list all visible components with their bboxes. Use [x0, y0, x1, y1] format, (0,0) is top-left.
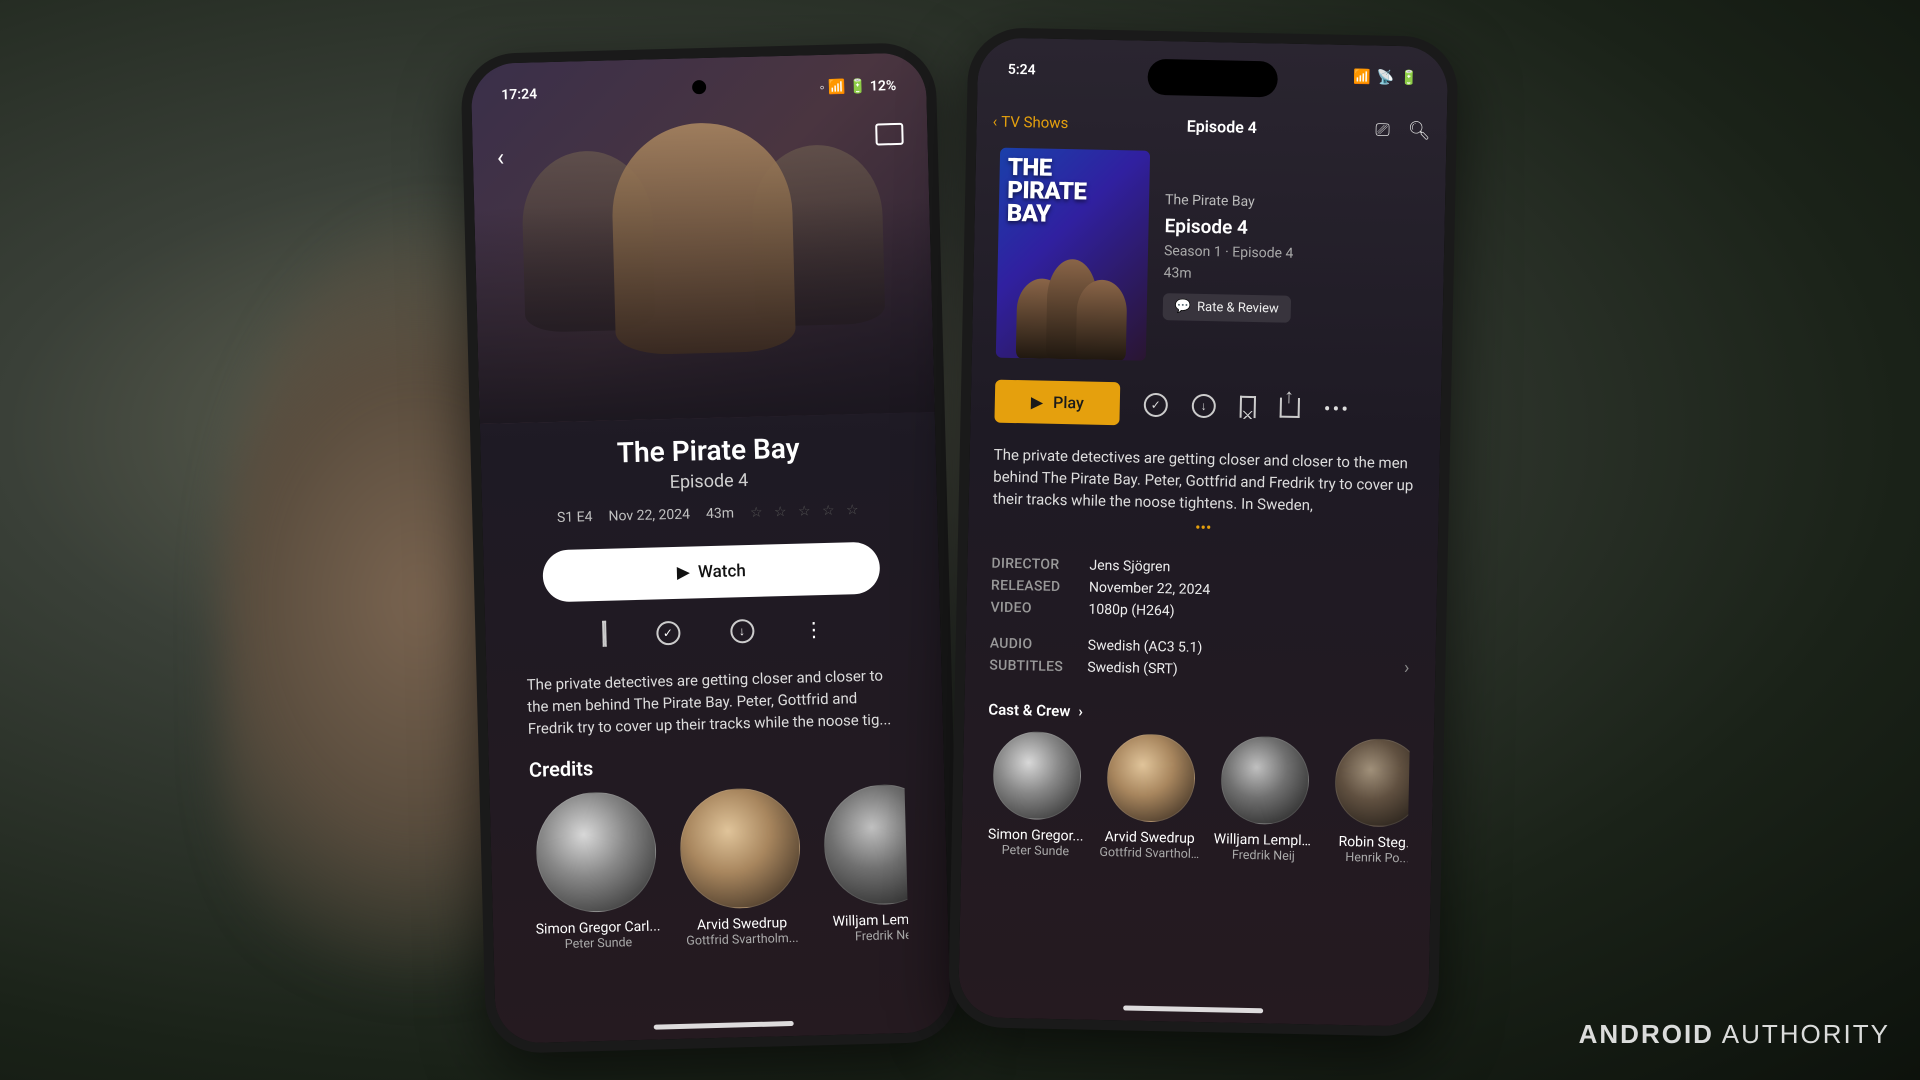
- watermark: ANDROID AUTHORITY: [1579, 1019, 1890, 1050]
- chevron-left-icon: ‹: [992, 113, 997, 131]
- duration: 43m: [1163, 265, 1419, 286]
- cast-card[interactable]: Arvid Swedrup Gottfrid Svartholm...: [673, 787, 807, 949]
- avatar: [678, 787, 801, 910]
- back-button[interactable]: ‹: [496, 143, 504, 171]
- cast-card[interactable]: Willjam Lempling Fredrik Neij: [1213, 736, 1316, 865]
- cast-crew-label: Cast & Crew: [988, 701, 1070, 721]
- right-phone: 5:24 📶 📡 🔋 ‹ TV Shows Episode 4 ⎚ 🔍︎ THE…: [947, 27, 1458, 1037]
- bookmark-icon[interactable]: [601, 623, 606, 647]
- poster-image[interactable]: THEPIRATEBAY: [995, 148, 1149, 361]
- cast-role: Henrik Po...: [1327, 850, 1410, 867]
- watched-icon[interactable]: ✓: [1143, 392, 1167, 416]
- status-indicators: ◦ 📶 🔋 12%: [819, 76, 896, 95]
- more-icon[interactable]: •••: [1323, 396, 1350, 421]
- cast-card[interactable]: Arvid Swedrup Gottfrid Svartholm Warg: [1099, 733, 1202, 862]
- bookmark-icon[interactable]: [1239, 395, 1255, 417]
- cast-card[interactable]: Robin Steg... Henrik Po...: [1327, 738, 1410, 867]
- details-grid: DIRECTORJens Sjögren RELEASEDNovember 22…: [989, 553, 1414, 686]
- cast-icon[interactable]: [875, 123, 904, 146]
- home-indicator[interactable]: [653, 1021, 793, 1030]
- episode-description: The private detectives are getting close…: [992, 445, 1415, 519]
- cast-row[interactable]: Simon Gregor... Peter Sunde Arvid Swedru…: [985, 731, 1410, 867]
- play-icon: ▶: [676, 563, 690, 583]
- avatar: [1106, 733, 1196, 823]
- search-icon[interactable]: 🔍︎: [1407, 120, 1430, 141]
- share-icon[interactable]: [1279, 397, 1299, 417]
- avatar: [822, 784, 908, 906]
- watch-button[interactable]: ▶ Watch: [541, 542, 880, 603]
- cast-role: Fredrik Neij: [1213, 848, 1313, 865]
- nav-title: Episode 4: [1068, 114, 1375, 139]
- show-title: The Pirate Bay: [520, 429, 896, 472]
- avatar: [534, 791, 657, 914]
- home-indicator[interactable]: [1123, 1005, 1263, 1013]
- cast-crew-header[interactable]: Cast & Crew ›: [988, 701, 1410, 728]
- download-icon[interactable]: ↓: [1191, 393, 1215, 417]
- details-expand-chevron[interactable]: ›: [1403, 657, 1409, 678]
- download-icon[interactable]: ↓: [729, 619, 754, 644]
- status-time: 17:24: [501, 86, 537, 103]
- status-indicators: 📶 📡 🔋: [1353, 69, 1418, 86]
- signal-icon: 📶: [1353, 69, 1371, 85]
- avatar: [1220, 736, 1310, 826]
- episode-description: The private detectives are getting close…: [526, 665, 903, 740]
- chevron-right-icon: ›: [1078, 703, 1083, 721]
- poster-title-text: THEPIRATEBAY: [1006, 156, 1086, 226]
- show-name: The Pirate Bay: [1164, 192, 1420, 213]
- rate-label: Rate & Review: [1196, 300, 1278, 317]
- back-label: TV Shows: [1001, 113, 1068, 132]
- cast-role: Peter Sunde: [533, 935, 663, 953]
- cast-role: Peter Sunde: [985, 843, 1085, 860]
- cast-card[interactable]: Willjam Lempling Fredrik Neij: [817, 784, 908, 945]
- watched-icon[interactable]: ✓: [655, 621, 680, 646]
- episode-name: Episode 4: [1164, 214, 1420, 242]
- comment-icon: 💬: [1174, 299, 1190, 314]
- episode-title: Episode 4: [521, 466, 896, 497]
- cast-icon[interactable]: ⎚: [1375, 119, 1390, 140]
- watch-label: Watch: [697, 561, 745, 582]
- rate-review-button[interactable]: 💬 Rate & Review: [1162, 293, 1290, 323]
- battery-icon: 🔋: [1400, 70, 1418, 86]
- cast-row[interactable]: Simon Gregor Carl... Peter Sunde Arvid S…: [529, 784, 908, 953]
- season-episode: S1 E4: [556, 509, 592, 526]
- cast-role: Gottfrid Svartholm Warg: [1099, 845, 1199, 862]
- wifi-icon: 📡: [1376, 70, 1394, 86]
- left-phone: 17:24 ◦ 📶 🔋 12% ‹ The Pirate Bay Episode…: [460, 42, 961, 1054]
- avatar: [992, 731, 1082, 821]
- duration: 43m: [705, 505, 733, 522]
- play-label: Play: [1052, 393, 1083, 413]
- cast-role: Gottfrid Svartholm...: [677, 931, 807, 949]
- cast-role: Fredrik Neij: [821, 927, 908, 945]
- air-date: Nov 22, 2024: [608, 507, 690, 525]
- credits-header: Credits: [528, 748, 903, 782]
- episode-meta: Season 1 · Episode 4: [1163, 243, 1419, 264]
- cast-card[interactable]: Simon Gregor Carl... Peter Sunde: [529, 791, 663, 953]
- play-button[interactable]: ▶ Play: [994, 380, 1120, 426]
- meta-row: S1 E4 Nov 22, 2024 43m ☆ ☆ ☆ ☆ ☆: [522, 501, 897, 527]
- back-button[interactable]: ‹ TV Shows: [992, 113, 1068, 133]
- status-time: 5:24: [1007, 62, 1035, 79]
- more-icon[interactable]: ⋮: [803, 617, 824, 642]
- avatar: [1334, 738, 1410, 828]
- expand-description[interactable]: •••: [992, 514, 1414, 542]
- cast-card[interactable]: Simon Gregor... Peter Sunde: [985, 731, 1088, 860]
- play-icon: ▶: [1030, 392, 1043, 411]
- rating-stars[interactable]: ☆ ☆ ☆ ☆ ☆: [749, 502, 862, 521]
